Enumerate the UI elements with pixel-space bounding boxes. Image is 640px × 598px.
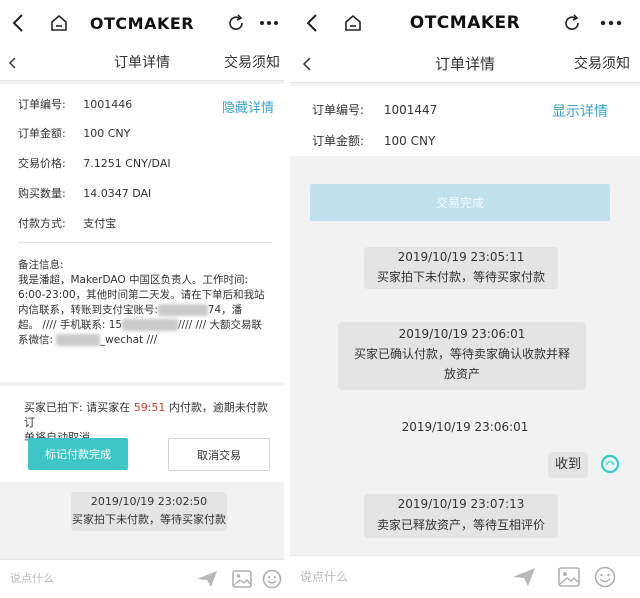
message-time: 2019/10/19 23:05:11 [397,250,525,264]
order-amount: 100 CNY [83,127,131,140]
more-icon[interactable] [596,0,626,46]
image-icon[interactable] [232,560,252,598]
remark-block: 备注信息: 我是潘超，MakerDAO 中国区负责人。工作时间: 6:00-23… [18,258,272,348]
message-text: 放资产 [443,367,480,381]
nav-bar: 订单详情 交易须知 [0,46,284,81]
trade-notice-link[interactable]: 交易须知 [224,46,280,80]
system-message: 2019/10/19 23:07:13 卖家已释放资产，等待互相评价 [364,494,558,538]
order-amount: 100 CNY [383,134,436,148]
trade-price: 7.1251 CNY/DAI [83,157,171,170]
payment-method: 支付宝 [83,217,117,230]
user-message: 收到 [548,452,588,478]
remark-title: 备注信息: [18,259,64,271]
message-time: 2019/10/19 23:02:50 [90,495,208,508]
chat-input[interactable]: 说点什么 [10,560,54,598]
buy-quantity: 14.0347 DAI [83,187,152,200]
amount-row: 订单金额: 100 CNY [312,134,436,148]
emoji-icon[interactable] [262,560,282,598]
send-icon[interactable] [512,556,536,598]
message-time: 2019/10/19 23:07:13 [397,497,525,511]
right-phone-screen: OTCMAKER 订单详情 交易须知 订单编号: 1001447 显示详情 订单… [290,0,640,598]
app-title: OTCMAKER [409,13,521,33]
top-bar: OTCMAKER [0,0,284,46]
show-details-link[interactable]: 显示详情 [552,101,608,121]
top-bar: OTCMAKER [290,0,640,46]
trade-notice-link[interactable]: 交易须知 [574,46,630,82]
send-icon[interactable] [196,560,218,598]
chat-input-bar: 说点什么 [0,559,284,598]
message-time: 2019/10/19 23:06:01 [398,327,526,341]
price-row: 交易价格: 7.1251 CNY/DAI [18,157,171,170]
order-status-card: 买家已拍下: 请买家在 59:51 内付款，逾期未付款订 单将自动取消 标记付款… [0,386,284,482]
system-message: 2019/10/19 23:06:01 买家已确认付款，等待卖家确认收款并释 放… [338,322,586,390]
message-text: 买家拍下未付款，等待买家付款 [376,270,545,284]
chat-input-bar: 说点什么 [290,555,640,598]
redacted-text: xxxxxxxx [158,304,208,316]
more-icon[interactable] [256,0,282,46]
system-message: 2019/10/19 23:02:50 买家拍下未付款，等待买家付款 [71,492,227,531]
message-time: 2019/10/19 23:06:01 [401,420,529,434]
image-icon[interactable] [558,556,580,598]
hide-details-link[interactable]: 隐藏详情 [222,97,274,116]
chat-input[interactable]: 说点什么 [300,556,348,598]
payment-row: 付款方式: 支付宝 [18,217,117,230]
order-no-row: 订单编号: 1001446 [18,98,133,111]
mark-paid-button[interactable]: 标记付款完成 [28,438,128,470]
redacted-text: xxxxxxxxx [122,319,178,331]
message-text: 卖家已释放资产，等待互相评价 [376,518,545,532]
trade-complete-button[interactable]: 交易完成 [310,184,610,221]
countdown-timer: 59:51 [133,401,166,414]
refresh-icon[interactable] [560,0,584,46]
nav-bar: 订单详情 交易须知 [290,46,640,83]
system-message: 2019/10/19 23:05:11 买家拍下未付款，等待买家付款 [364,247,558,289]
order-detail-card: 订单编号: 1001446 隐藏详情 订单金额: 100 CNY 交易价格: 7… [0,84,284,382]
quantity-row: 购买数量: 14.0347 DAI [18,187,152,200]
amount-row: 订单金额: 100 CNY [18,127,131,140]
message-text: 买家拍下未付款，等待买家付款 [72,513,226,526]
refresh-icon[interactable] [224,0,248,46]
redacted-text: xxxxxxx [56,334,100,346]
order-no: 1001447 [383,103,438,117]
left-phone-screen: OTCMAKER 订单详情 交易须知 订单编号: 1001446 隐藏详情 订单… [0,0,284,598]
order-no: 1001446 [83,98,133,111]
order-no-row: 订单编号: 1001447 [312,103,438,117]
emoji-icon[interactable] [594,556,616,598]
cancel-trade-button[interactable]: 取消交易 [168,438,270,471]
avatar-icon[interactable] [598,452,622,476]
order-summary-card: 订单编号: 1001447 显示详情 订单金额: 100 CNY [290,86,640,156]
message-text: 买家已确认付款，等待卖家确认收款并释 [353,347,570,361]
divider [18,242,272,243]
